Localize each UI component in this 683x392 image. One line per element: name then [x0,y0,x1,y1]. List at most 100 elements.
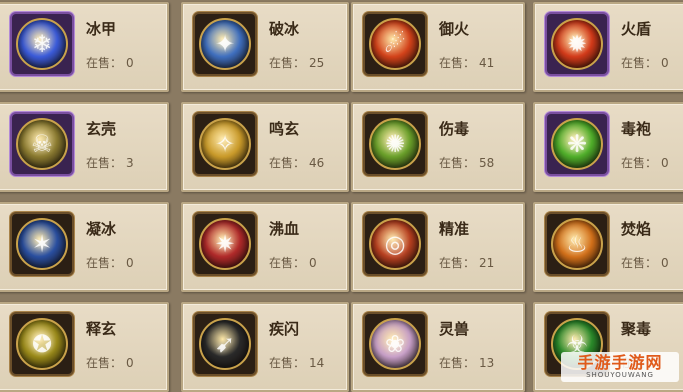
stock-value: 58 [479,156,495,170]
stock-label: 在售： [86,56,123,70]
skill-card[interactable]: ➹ 疾闪在售： 14 [181,302,349,392]
skill-glyph: ◎ [384,230,406,258]
skill-icon-frame: ✶ [10,212,74,276]
skill-icon-frame: ☠ [10,112,74,176]
skill-icon-frame: ❄ [10,12,74,76]
skill-glyph: ✹ [566,30,588,58]
skill-card[interactable]: ✹ 火盾 在售： 0 [533,2,683,92]
skill-glyph: ♨ [566,230,588,258]
stock-count: 在售： 0 [621,154,669,171]
stock-value: 13 [479,356,495,370]
skill-name: 疾闪 [269,320,300,338]
stock-count: 在售： 0 [86,354,134,371]
skill-name: 御火 [439,20,470,38]
skill-icon-frame: ✪ [10,312,74,376]
skill-name: 沸血 [269,220,300,238]
skill-card[interactable]: ✧ 鸣玄 在售： 46 [181,102,349,192]
fire-control-icon: ☄ [369,18,421,70]
stock-value: 0 [126,356,134,370]
skill-glyph: ✶ [31,230,53,258]
skill-grid: ❄ 冰甲 在售： 0 ✦ 破冰 在售： 25 ☄ 御火 在售： 41 ✹ 火盾 在售： 0 ☠ 玄壳 在售： 3 ✧ 鸣玄… [0,0,683,392]
site-watermark: 手游手游网 SHOUYOUWANG [561,352,679,382]
stock-count: 在售： 0 [621,254,669,271]
stock-count: 在售： 0 [269,254,317,271]
stock-count: 在售： 13 [439,354,494,371]
skill-name: 凝冰 [86,220,117,238]
stock-count: 在售： 14 [269,354,324,371]
stock-label: 在售： [439,356,476,370]
stock-count: 在售： 58 [439,154,494,171]
skill-glyph: ✦ [214,30,236,58]
skill-name: 精准 [439,220,470,238]
skill-glyph: ☠ [31,130,53,158]
skill-glyph: ➹ [214,330,236,358]
ice-armor-icon: ❄ [16,18,68,70]
stock-value: 21 [479,256,495,270]
skill-card[interactable]: ✪ 释玄 在售： 0 [0,302,169,392]
stock-count: 在售： 41 [439,54,494,71]
skill-icon-frame: ➹ [193,312,257,376]
skill-glyph: ✪ [31,330,53,358]
skill-icon-frame: ❀ [363,312,427,376]
quick-dash-icon: ➹ [199,318,251,370]
skill-card[interactable]: ☄ 御火在售： 41 [351,2,525,92]
skill-name: 破冰 [269,20,300,38]
stock-value: 3 [126,156,134,170]
boiling-blood-icon: ✷ [199,218,251,270]
stock-label: 在售： [269,256,306,270]
skill-name: 伤毒 [439,120,470,138]
skill-card[interactable]: ❄ 冰甲在售： 0 [0,2,169,92]
skill-card[interactable]: ☠ 玄壳 在售： 3 [0,102,169,192]
stock-value: 0 [661,156,669,170]
stock-value: 41 [479,56,495,70]
stock-count: 在售： 25 [269,54,324,71]
skill-glyph: ❋ [566,130,588,158]
skill-name: 冰甲 [86,20,117,38]
stock-count: 在售： 0 [86,254,134,271]
watermark-sub: SHOUYOUWANG [586,370,654,379]
skill-icon-frame: ❋ [545,112,609,176]
stock-label: 在售： [621,256,658,270]
skill-name: 聚毒 [621,320,652,338]
poison-robe-icon: ❋ [551,118,603,170]
skill-icon-frame: ☄ [363,12,427,76]
stock-count: 在售： 21 [439,254,494,271]
stock-label: 在售： [86,356,123,370]
skill-card[interactable]: ✦ 破冰在售： 25 [181,2,349,92]
skill-card[interactable]: ✶ 凝冰在售： 0 [0,202,169,292]
skill-card[interactable]: ❋ 毒袍 在售： 0 [533,102,683,192]
skill-icon-frame: ◎ [363,212,427,276]
release-dark-icon: ✪ [16,318,68,370]
skill-card[interactable]: ✷ 沸血在售： 0 [181,202,349,292]
skill-glyph: ☄ [384,30,406,58]
stock-value: 0 [126,56,134,70]
skill-glyph: ❄ [31,30,53,58]
skill-card[interactable]: ♨ 焚焰在售： 0 [533,202,683,292]
stock-label: 在售： [269,156,306,170]
stock-value: 0 [661,56,669,70]
skill-icon-frame: ✷ [193,212,257,276]
skill-icon-frame: ✧ [193,112,257,176]
skill-card[interactable]: ✺ 伤毒在售： 58 [351,102,525,192]
spirit-beast-icon: ❀ [369,318,421,370]
poison-wound-icon: ✺ [369,118,421,170]
ice-break-icon: ✦ [199,18,251,70]
skill-name: 灵兽 [439,320,470,338]
skill-card[interactable]: ❀ 灵兽在售： 13 [351,302,525,392]
skill-name: 焚焰 [621,220,652,238]
stock-label: 在售： [439,156,476,170]
skill-icon-frame: ✺ [363,112,427,176]
stock-label: 在售： [269,56,306,70]
skill-icon-frame: ✦ [193,12,257,76]
stock-value: 25 [309,56,325,70]
stock-value: 14 [309,356,325,370]
stock-label: 在售： [621,156,658,170]
stock-label: 在售： [86,256,123,270]
skill-icon-frame: ✹ [545,12,609,76]
skill-glyph: ✺ [384,130,406,158]
skill-card[interactable]: ◎ 精准在售： 21 [351,202,525,292]
stock-count: 在售： 0 [86,54,134,71]
stock-value: 0 [126,256,134,270]
skill-glyph: ❀ [384,330,406,358]
skill-name: 鸣玄 [269,120,300,138]
